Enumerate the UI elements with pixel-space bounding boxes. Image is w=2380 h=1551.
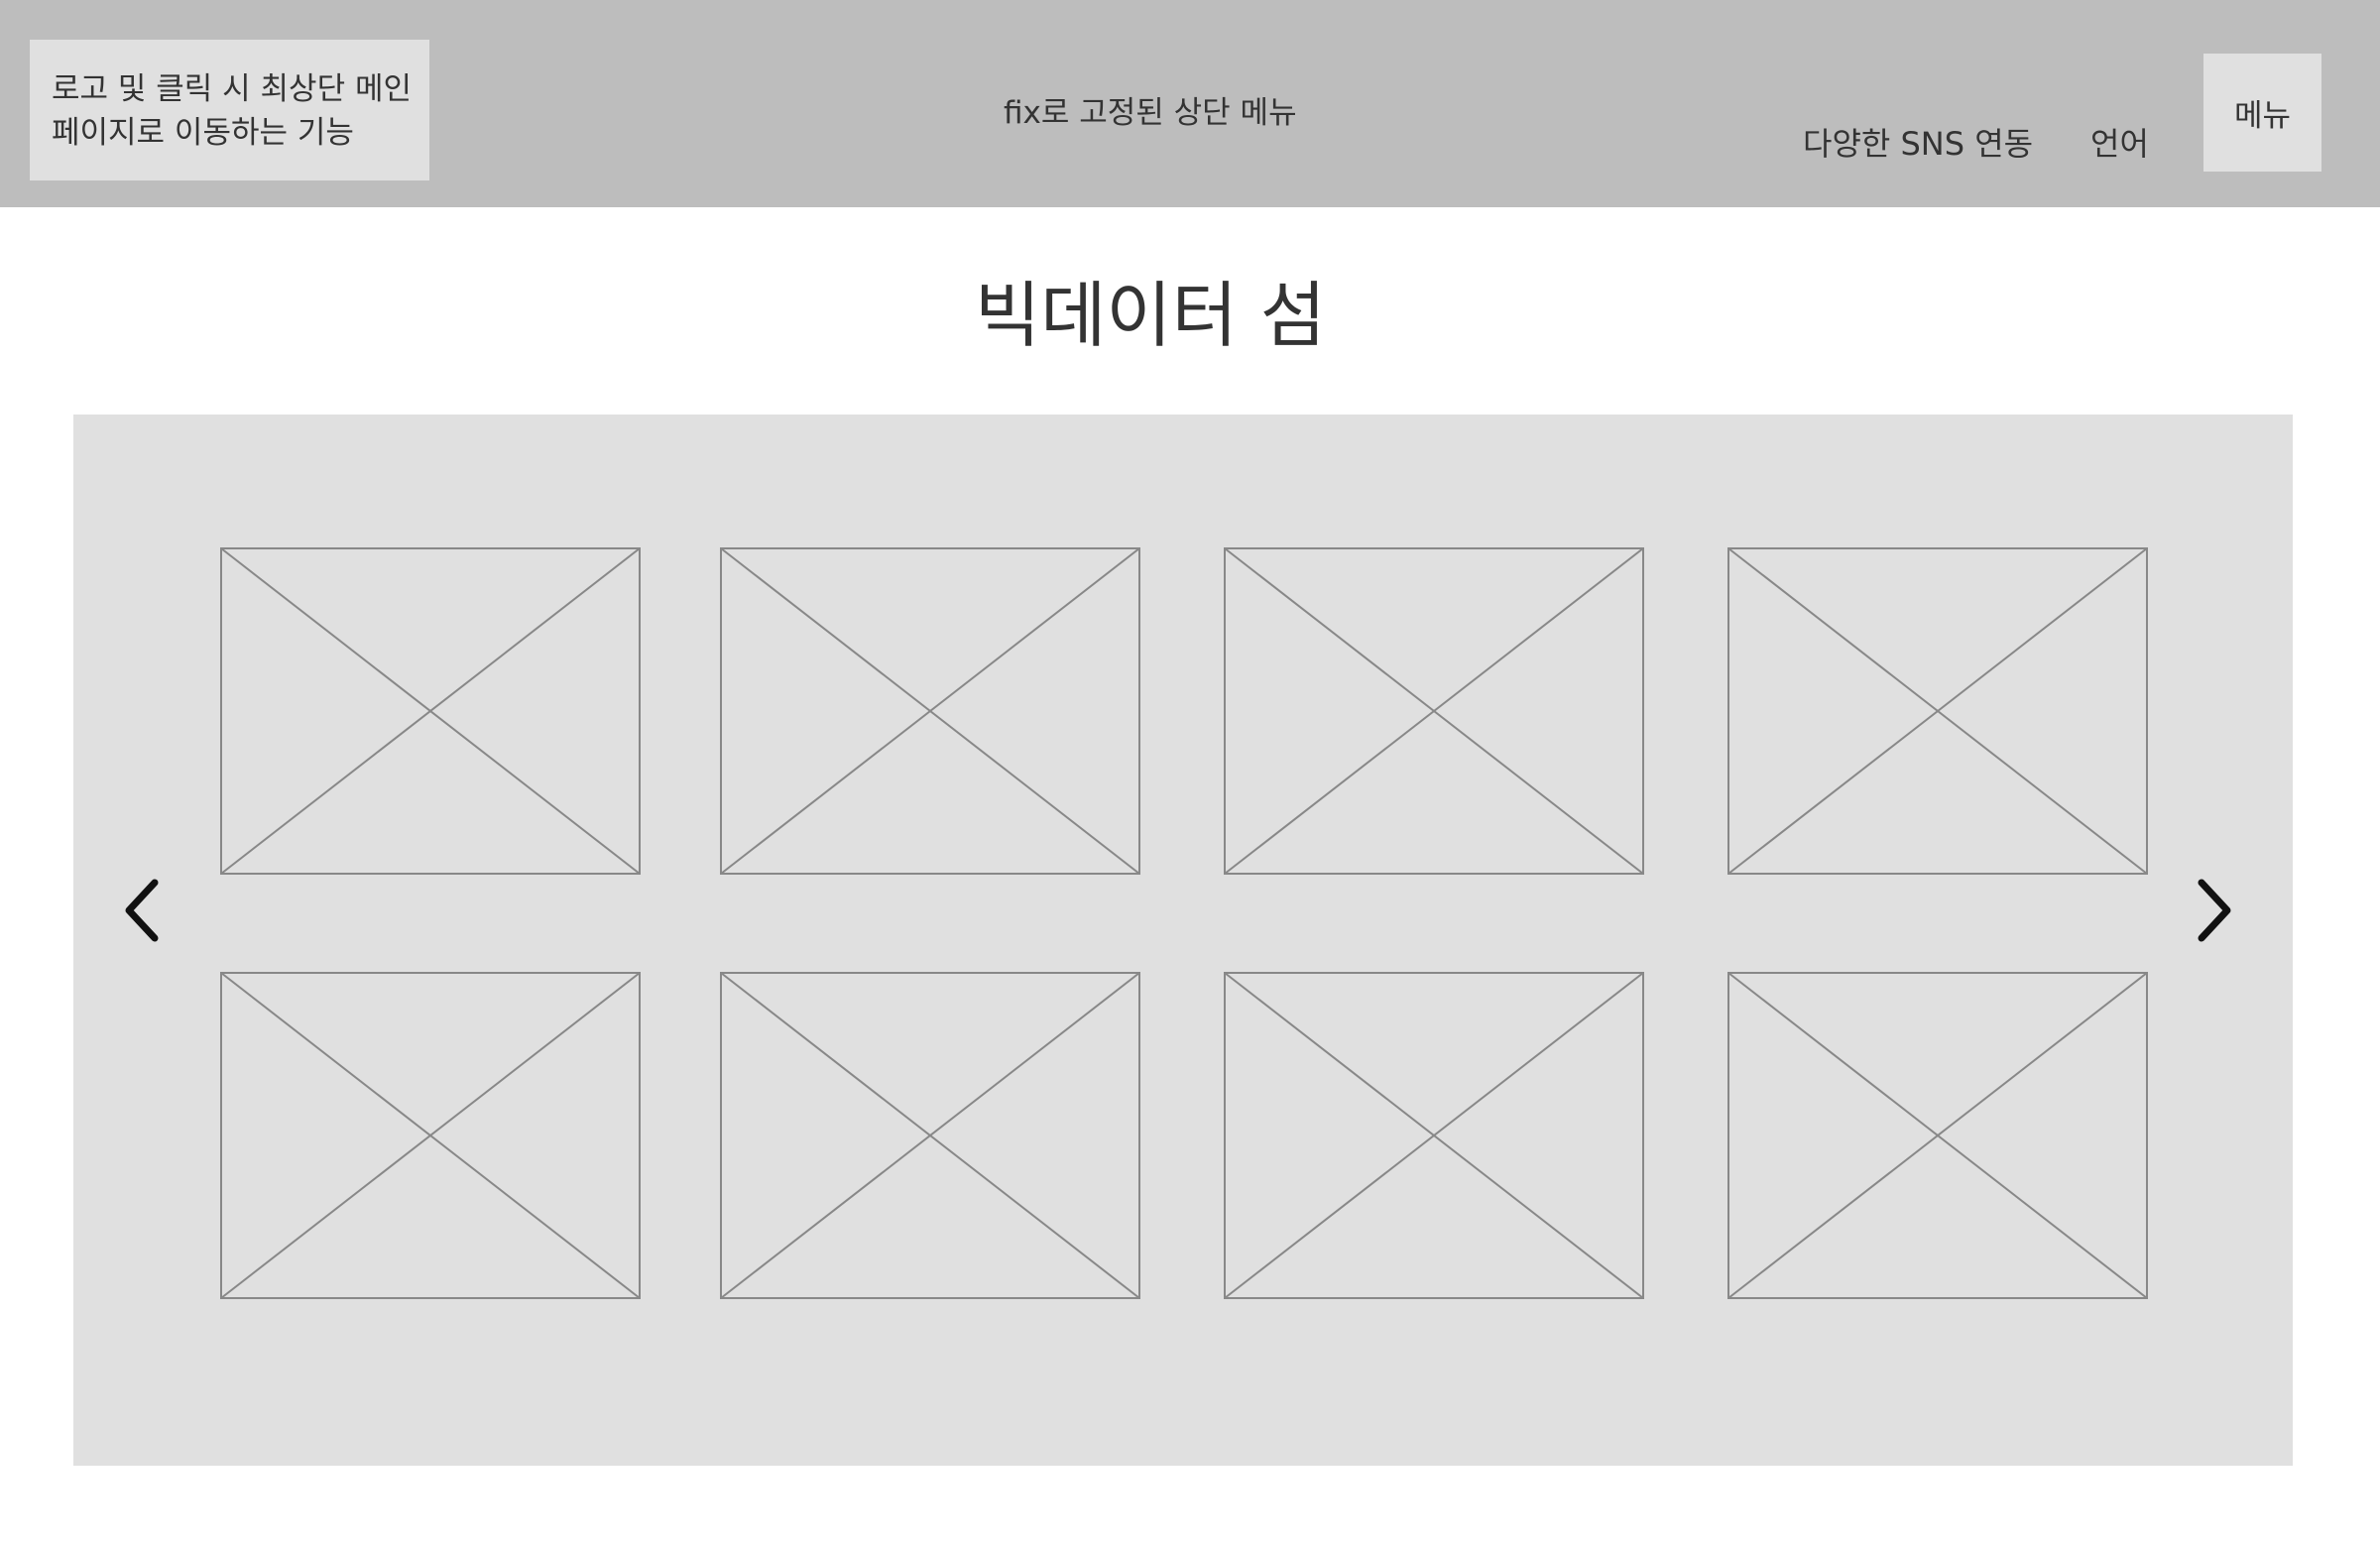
chevron-left-icon: [125, 879, 159, 942]
header-center-text: fix로 고정된 상단 메뉴: [1004, 95, 1297, 131]
sns-link[interactable]: 다양한 SNS 연동: [1803, 123, 2033, 165]
carousel-item-2[interactable]: [720, 547, 1140, 875]
carousel-item-4[interactable]: [1727, 547, 2148, 875]
page-title: 빅데이터 섬: [974, 274, 1327, 357]
menu-button[interactable]: 메뉴: [2203, 54, 2321, 172]
image-placeholder-icon: [1727, 972, 2148, 1299]
image-placeholder-icon: [1224, 972, 1644, 1299]
image-placeholder-icon: [720, 972, 1140, 1299]
carousel-item-6[interactable]: [720, 972, 1140, 1299]
carousel-item-7[interactable]: [1224, 972, 1644, 1299]
fixed-top-header: 로고 및 클릭 시 최상단 메인 페이지로 이동하는 기능 fix로 고정된 상…: [0, 0, 2380, 207]
chevron-right-icon: [2198, 879, 2231, 942]
image-placeholder-icon: [1224, 547, 1644, 875]
image-placeholder-icon: [720, 547, 1140, 875]
carousel-prev-button[interactable]: [113, 871, 173, 950]
language-link[interactable]: 언어: [2090, 123, 2149, 165]
menu-button-label: 메뉴: [2233, 98, 2292, 134]
logo-text-line2: 페이지로 이동하는 기능: [52, 115, 354, 151]
carousel-item-8[interactable]: [1727, 972, 2148, 1299]
image-placeholder-icon: [220, 547, 641, 875]
image-placeholder-icon: [1727, 547, 2148, 875]
image-placeholder-icon: [220, 972, 641, 1299]
page: 로고 및 클릭 시 최상단 메인 페이지로 이동하는 기능 fix로 고정된 상…: [0, 0, 2380, 1551]
logo-text-line1: 로고 및 클릭 시 최상단 메인: [52, 71, 412, 107]
image-carousel: [73, 415, 2293, 1466]
carousel-item-3[interactable]: [1224, 547, 1644, 875]
logo-button[interactable]: 로고 및 클릭 시 최상단 메인 페이지로 이동하는 기능: [30, 40, 429, 180]
carousel-item-1[interactable]: [220, 547, 641, 875]
carousel-next-button[interactable]: [2184, 871, 2243, 950]
carousel-item-5[interactable]: [220, 972, 641, 1299]
